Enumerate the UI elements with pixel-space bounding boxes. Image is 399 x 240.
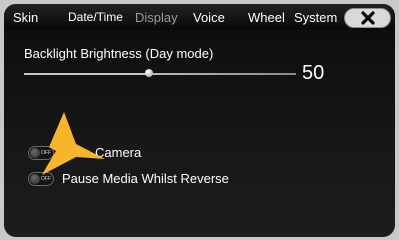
pointer-arrow-icon bbox=[42, 112, 105, 175]
brightness-value: 50 bbox=[302, 62, 325, 84]
brightness-slider[interactable] bbox=[24, 69, 296, 77]
camera-toggle[interactable]: OFF bbox=[28, 146, 54, 160]
pause-media-toggle[interactable]: OFF bbox=[28, 172, 54, 186]
toggle-knob bbox=[30, 148, 40, 158]
close-button[interactable] bbox=[344, 8, 391, 28]
toggle-knob bbox=[30, 174, 40, 184]
tab-voice[interactable]: Voice bbox=[193, 10, 225, 25]
tab-skin[interactable]: Skin bbox=[13, 10, 38, 25]
tab-bar: Skin Date/Time Display Voice Wheel Syste… bbox=[4, 4, 395, 30]
tab-system[interactable]: System bbox=[294, 10, 337, 25]
toggle-state: OFF bbox=[41, 176, 51, 182]
tab-display[interactable]: Display bbox=[135, 10, 178, 25]
camera-label: Camera bbox=[95, 145, 142, 160]
toggle-state: OFF bbox=[41, 150, 51, 156]
brightness-slider-thumb[interactable] bbox=[145, 69, 154, 77]
tab-wheel[interactable]: Wheel bbox=[248, 10, 285, 25]
brightness-label: Backlight Brightness (Day mode) bbox=[24, 46, 214, 61]
settings-screen: Skin Date/Time Display Voice Wheel Syste… bbox=[4, 4, 395, 237]
tab-date-time[interactable]: Date/Time bbox=[68, 10, 123, 24]
pause-media-label: Pause Media Whilst Reverse bbox=[62, 171, 229, 186]
close-x-icon bbox=[361, 11, 375, 25]
brightness-slider-fill bbox=[24, 73, 150, 75]
